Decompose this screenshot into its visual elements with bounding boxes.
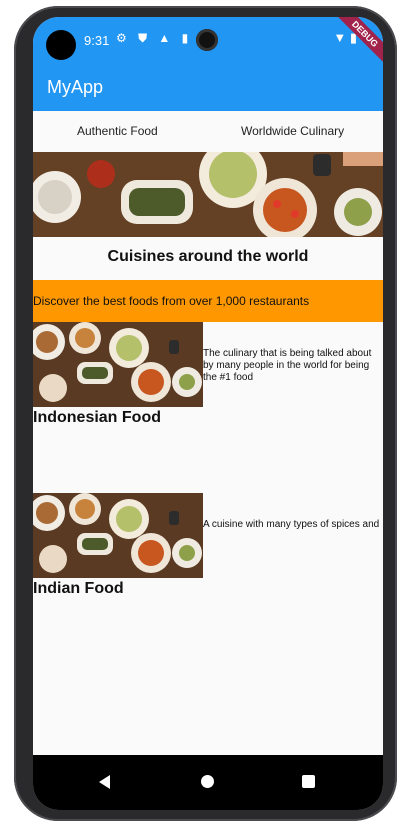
tab-worldwide-culinary[interactable]: Worldwide Culinary: [241, 124, 344, 138]
promo-banner: Discover the best foods from over 1,000 …: [33, 280, 383, 322]
system-nav-bar: [33, 755, 383, 810]
front-camera-icon: [196, 29, 218, 51]
status-time: 9:31: [84, 33, 110, 48]
app-screen: 9:31 ⚙ ⛊ ▲ ▮ ▼ ▮ DEBUG MyApp Authentic F…: [33, 17, 383, 810]
tab-bar: Authentic Food Worldwide Culinary: [33, 111, 383, 152]
camera-cutout-icon: [46, 30, 76, 60]
food-card-description: The culinary that is being talked about …: [203, 348, 372, 383]
tab-authentic-food[interactable]: Authentic Food: [77, 124, 158, 138]
food-card-title: Indonesian Food: [33, 409, 161, 426]
back-icon[interactable]: [99, 775, 110, 789]
section-heading: Cuisines around the world: [107, 248, 309, 265]
food-card-image: [33, 493, 203, 578]
app-bar: MyApp: [33, 63, 383, 111]
status-notification-icons: ⚙ ⛊ ▲ ▮: [116, 31, 193, 45]
home-icon[interactable]: [201, 775, 214, 788]
food-card-image: [33, 322, 203, 407]
food-card-title: Indian Food: [33, 580, 124, 597]
app-title: MyApp: [47, 77, 104, 97]
banner-text: Discover the best foods from over 1,000 …: [33, 294, 310, 308]
status-bar: 9:31 ⚙ ⛊ ▲ ▮ ▼ ▮ DEBUG: [33, 17, 383, 68]
device-frame: 9:31 ⚙ ⛊ ▲ ▮ ▼ ▮ DEBUG MyApp Authentic F…: [0, 0, 411, 827]
hero-food-image: [33, 152, 383, 237]
recent-apps-icon[interactable]: [302, 775, 315, 788]
food-card-description: A cuisine with many types of spices and: [203, 519, 380, 530]
